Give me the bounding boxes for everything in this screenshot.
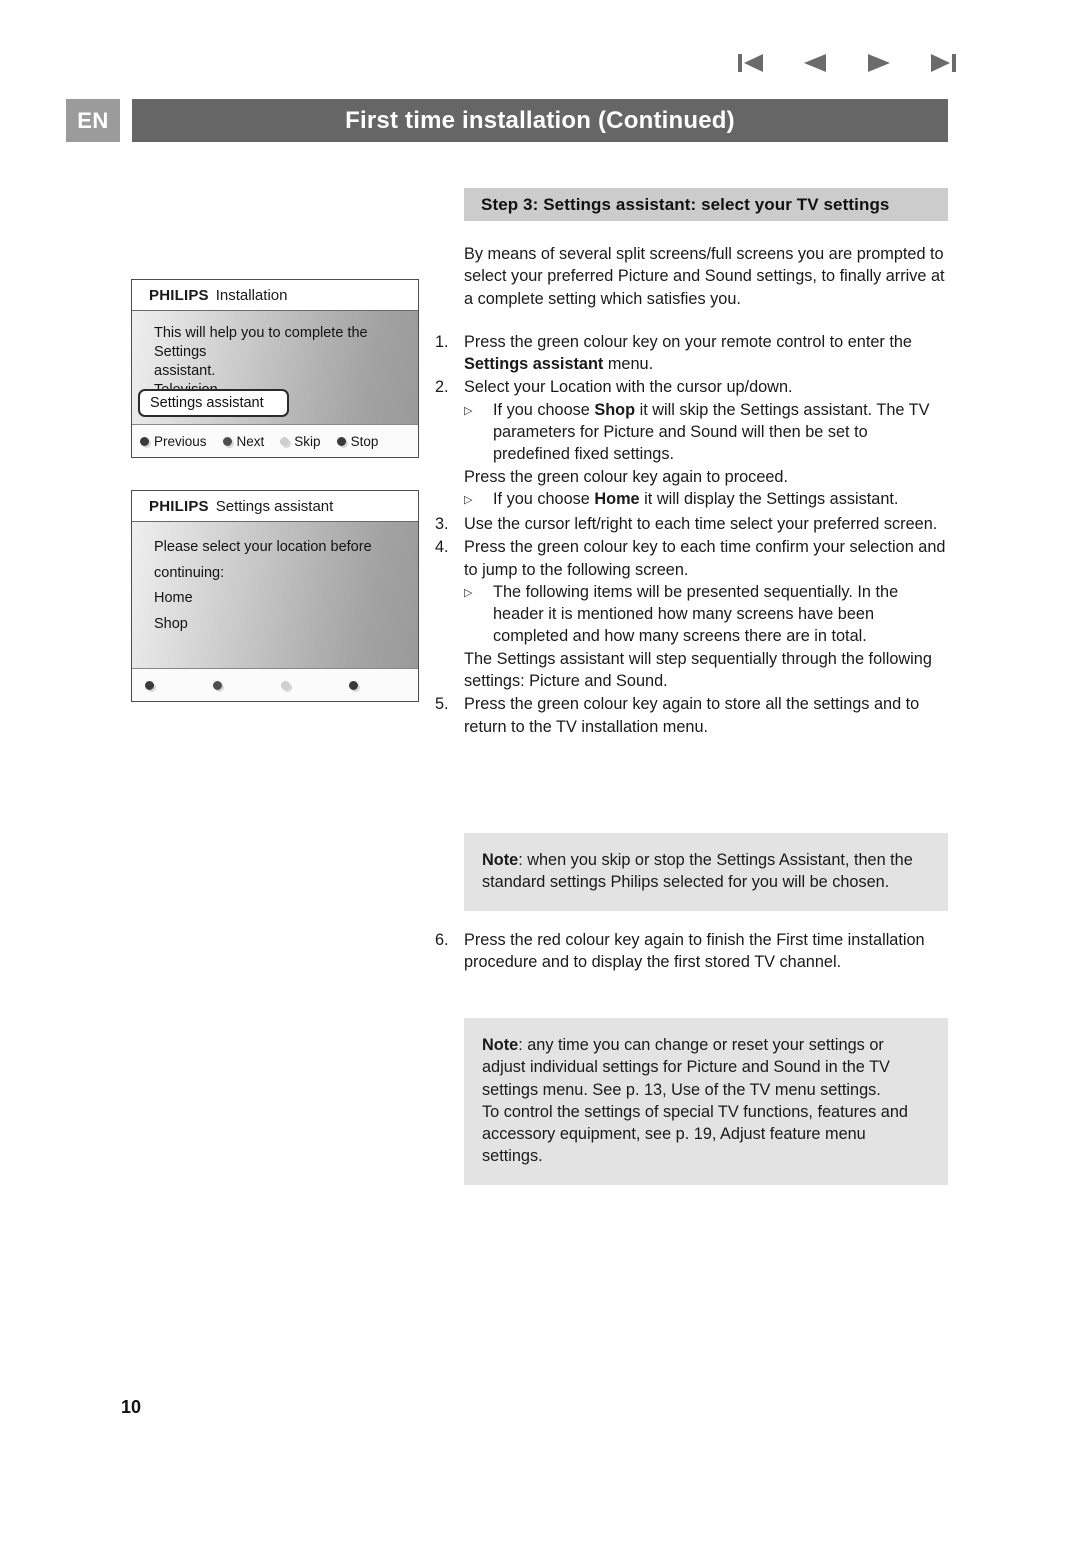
tv-colour-key-skip[interactable]: Skip [280, 433, 321, 449]
colour-key-dot-icon [145, 680, 154, 690]
emphasis-home: Home [594, 489, 640, 508]
sub-bullet-sequential: ▷ The following items will be presented … [464, 581, 948, 648]
colour-key-dot-icon [140, 436, 149, 446]
tv-body: Please select your location before conti… [132, 522, 418, 668]
triangle-bullet-icon: ▷ [464, 493, 473, 506]
colour-key-dot-icon [213, 680, 222, 690]
note-label: Note [482, 1036, 519, 1054]
tv-colour-key-previous[interactable]: Previous [140, 434, 207, 449]
last-page-icon[interactable] [926, 48, 960, 78]
tv-text-line: continuing: [154, 564, 225, 581]
list-item-5: 5. Press the green colour key again to s… [435, 693, 948, 738]
next-page-icon[interactable] [862, 48, 896, 78]
colour-key-dot-icon [281, 680, 290, 690]
emphasis-settings-assistant: Settings assistant [464, 355, 604, 374]
sub-bullet-text: The following items will be presented se… [493, 582, 899, 646]
colour-key-dot-icon [280, 436, 290, 446]
sub-bullet-text: If you choose Shop it will skip the Sett… [493, 400, 930, 464]
note-box-change-reset: Note: any time you can change or reset y… [464, 1018, 948, 1185]
tv-screen-name: Settings assistant [215, 497, 334, 515]
colour-key-label: Previous [154, 433, 207, 449]
list-item-3: 3. Use the cursor left/right to each tim… [435, 513, 948, 535]
previous-page-icon[interactable] [798, 48, 832, 78]
tv-colour-key-bar [132, 668, 418, 701]
emphasis-shop: Shop [594, 400, 636, 419]
tv-screen-installation: PHILIPS Installation This will help you … [131, 279, 419, 458]
philips-logo: PHILIPS [149, 497, 209, 515]
colour-key-label: Skip [294, 433, 321, 449]
language-badge: EN [66, 99, 120, 142]
list-marker: 3. [435, 514, 449, 533]
colour-key-label: Stop [350, 433, 379, 449]
page-number: 10 [121, 1397, 142, 1417]
triangle-bullet-icon: ▷ [464, 586, 473, 599]
tv-titlebar: PHILIPS Installation [132, 280, 418, 311]
list-marker: 5. [435, 695, 449, 714]
list-marker: 4. [435, 538, 449, 557]
first-page-icon[interactable] [734, 48, 768, 78]
tv-colour-key-bar: Previous Next Skip Stop [132, 424, 418, 457]
list-item-2: 2. Select your Location with the cursor … [435, 376, 948, 398]
tv-colour-key-1[interactable] [145, 680, 213, 690]
tv-option-home[interactable]: Home [154, 586, 404, 612]
tv-option-shop[interactable]: Shop [154, 612, 404, 638]
section-title: Step 3: Settings assistant: select your … [481, 194, 890, 214]
tv-screen-name: Installation [215, 286, 288, 304]
section-header: Step 3: Settings assistant: select your … [464, 188, 948, 221]
sub-bullet-home: ▷ If you choose Home it will display the… [464, 488, 948, 512]
note-text-secondary: To control the settings of special TV fu… [482, 1102, 908, 1166]
tv-titlebar: PHILIPS Settings assistant [132, 491, 418, 522]
colour-key-label: Next [236, 433, 265, 449]
triangle-bullet-icon: ▷ [464, 404, 473, 417]
list-item-text: Press the green colour key on your remot… [464, 332, 912, 374]
list-item-text: Press the green colour key to each time … [464, 538, 946, 579]
page-navigation[interactable] [734, 48, 960, 78]
colour-key-dot-icon [349, 680, 358, 690]
tv-colour-key-3[interactable] [281, 680, 349, 690]
list-item-text: Use the cursor left/right to each time s… [464, 514, 938, 533]
list-marker: 6. [435, 931, 449, 949]
list-marker: 1. [435, 332, 449, 351]
item-4-continuation: The Settings assistant will step sequent… [464, 649, 932, 691]
note-text: Note: when you skip or stop the Settings… [482, 851, 913, 892]
list-item-text: Press the red colour key again to finish… [464, 931, 925, 972]
tv-colour-key-2[interactable] [213, 680, 281, 690]
page-title: First time installation (Continued) [345, 106, 735, 134]
list-item-6: 6. Press the red colour key again to fin… [435, 928, 948, 974]
tv-text-line: This will help you to complete the Setti… [154, 325, 368, 360]
intro-paragraph: By means of several split screens/full s… [464, 245, 945, 308]
tv-text-line: Please select your location before [154, 539, 372, 555]
tv-body: This will help you to complete the Setti… [132, 311, 418, 424]
tv-screen-settings-assistant: PHILIPS Settings assistant Please select… [131, 490, 419, 702]
note-text: Note: any time you can change or reset y… [482, 1036, 890, 1099]
tv-colour-key-stop[interactable]: Stop [336, 433, 379, 449]
page-header: EN First time installation (Continued) [66, 99, 948, 142]
tv-selected-item[interactable]: Settings assistant [138, 389, 289, 417]
note-box-skip-stop: Note: when you skip or stop the Settings… [464, 833, 948, 911]
list-item-text: Select your Location with the cursor up/… [464, 378, 793, 397]
item-2-continuation: Press the green colour key again to proc… [464, 467, 789, 486]
tv-colour-key-4[interactable] [349, 680, 417, 690]
list-marker: 2. [435, 378, 449, 397]
sub-bullet-shop: ▷ If you choose Shop it will skip the Se… [464, 399, 948, 466]
list-item-text: Press the green colour key again to stor… [464, 695, 920, 736]
colour-key-dot-icon [222, 436, 232, 446]
colour-key-dot-icon [336, 436, 346, 446]
tv-text-line: assistant. [154, 363, 216, 379]
header-bar: First time installation (Continued) [132, 99, 948, 142]
philips-logo: PHILIPS [149, 286, 209, 304]
instructions-body: By means of several split screens/full s… [435, 243, 948, 738]
note-label: Note [482, 851, 519, 869]
list-item-4: 4. Press the green colour key to each ti… [435, 536, 948, 581]
list-item-1: 1. Press the green colour key on your re… [435, 331, 948, 376]
tv-colour-key-next[interactable]: Next [222, 433, 265, 449]
sub-bullet-text: If you choose Home it will display the S… [493, 489, 899, 508]
